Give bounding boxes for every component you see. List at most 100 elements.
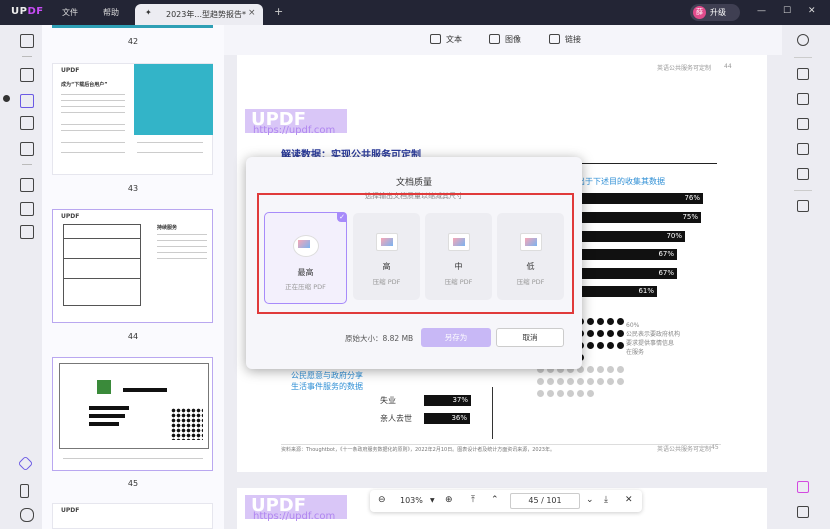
crop-icon[interactable]: [20, 202, 34, 216]
dot-matrix-light: [535, 364, 625, 400]
bar-4: 67%: [577, 249, 677, 260]
share-icon[interactable]: [797, 143, 809, 155]
quality-option-medium[interactable]: 中 压缩 PDF: [425, 213, 492, 300]
protect-icon[interactable]: [20, 225, 34, 239]
maximize-button[interactable]: ☐: [783, 6, 791, 16]
option-label: 低: [526, 262, 535, 271]
menu-file[interactable]: 文件: [62, 7, 78, 18]
zoom-in-icon[interactable]: ⊕: [445, 495, 453, 505]
page-separator: /: [541, 496, 544, 505]
current-page: 45: [528, 496, 539, 505]
prev-page-icon[interactable]: ⌃: [491, 495, 499, 505]
ai-assistant-icon[interactable]: [797, 481, 809, 493]
form-icon[interactable]: [20, 116, 34, 130]
option-desc: 压缩 PDF: [516, 278, 545, 286]
page-42-bottom-edge: [52, 25, 213, 28]
add-text-button[interactable]: 文本: [430, 34, 462, 45]
zoom-level[interactable]: 103%: [400, 496, 423, 505]
divider: [22, 56, 32, 57]
thumbnail-page-46[interactable]: UPDF: [52, 503, 213, 529]
edit-icon[interactable]: [20, 94, 34, 108]
first-page-icon[interactable]: ⤒: [471, 495, 475, 505]
row-label-unemployment: 失业: [380, 396, 396, 405]
organize-icon[interactable]: [20, 178, 34, 192]
menu-help[interactable]: 帮助: [103, 7, 119, 18]
search-icon[interactable]: [797, 34, 809, 46]
pdf-preview-icon: [292, 235, 319, 257]
document-tab[interactable]: ✦ 2023年...型趋势报告* ×: [135, 4, 263, 25]
ocr-icon[interactable]: [797, 68, 809, 80]
save-icon[interactable]: [797, 200, 809, 212]
option-label: 高: [382, 262, 391, 271]
zoom-out-icon[interactable]: ⊖: [378, 495, 386, 505]
layers-icon[interactable]: [17, 455, 34, 472]
row-bar-bereavement: 36%: [424, 413, 470, 424]
option-desc: 正在压缩 PDF: [285, 283, 326, 291]
footnote: 资料来源：Thoughtbot，《十一条政府服务数据化的原则》，2022年2月1…: [281, 447, 555, 453]
tab-star-icon: ✦: [145, 8, 152, 17]
add-link-label: 链接: [565, 35, 581, 44]
left-tool-rail: [0, 25, 42, 529]
upgrade-label: 升级: [710, 8, 726, 17]
save-as-button[interactable]: 另存为: [421, 328, 491, 347]
page-input[interactable]: 45 / 101: [510, 493, 580, 509]
page-number-44: 44: [127, 332, 139, 341]
row-label-bereavement: 亲人去世: [380, 414, 412, 423]
bar-3: 70%: [577, 231, 685, 242]
total-pages: 101: [546, 496, 562, 505]
last-page-icon[interactable]: ⤓: [604, 495, 608, 505]
app-logo: UPDF: [11, 6, 44, 17]
image-icon: [489, 34, 500, 44]
attachment-icon[interactable]: [20, 508, 34, 522]
bookmark-icon[interactable]: [20, 484, 29, 498]
close-nav-icon[interactable]: ✕: [625, 495, 633, 505]
add-image-button[interactable]: 图像: [489, 34, 521, 45]
pdf-preview-icon: [375, 233, 398, 251]
page-number-45: 45: [127, 479, 139, 488]
option-desc: 压缩 PDF: [444, 278, 473, 286]
cancel-button[interactable]: 取消: [496, 328, 564, 347]
thumb-dot-matrix: [171, 408, 203, 440]
thumbnail-page-44[interactable]: UPDF 持续服务: [52, 209, 213, 323]
divider: [22, 164, 32, 165]
minimize-button[interactable]: —: [757, 6, 766, 16]
thumb-logo: UPDF: [61, 213, 80, 220]
close-window-button[interactable]: ✕: [808, 6, 816, 16]
collapse-handle-icon[interactable]: [3, 95, 10, 102]
add-link-button[interactable]: 链接: [549, 34, 581, 45]
quality-option-low[interactable]: 低 压缩 PDF: [497, 213, 564, 300]
option-desc: 压缩 PDF: [372, 278, 401, 286]
page-header-number: 44: [724, 63, 732, 70]
avatar: 薛: [693, 6, 706, 19]
pdf-preview-icon: [447, 233, 470, 251]
ocr-icon[interactable]: [20, 142, 34, 156]
zoom-dropdown-icon[interactable]: ▼: [430, 497, 435, 504]
selected-check-icon: ✓: [337, 212, 347, 222]
bar-5: 67%: [577, 268, 677, 279]
row-axis: [492, 387, 493, 439]
thumbnail-page-43[interactable]: UPDF 成为“下载后台用户”: [52, 63, 213, 175]
new-tab-button[interactable]: +: [274, 5, 283, 18]
add-image-label: 图像: [505, 35, 521, 44]
convert-icon[interactable]: [797, 93, 809, 105]
tab-close-icon[interactable]: ×: [248, 8, 256, 18]
legend-line: 要求提供事情信息: [626, 340, 675, 347]
email-icon[interactable]: [797, 168, 809, 180]
protect-icon[interactable]: [797, 118, 809, 130]
bar-1: 76%: [577, 193, 703, 204]
next-page-icon[interactable]: ⌄: [586, 495, 594, 505]
reader-icon[interactable]: [20, 34, 34, 48]
upgrade-button[interactable]: 薛 升级: [690, 4, 740, 21]
thumb-table: [63, 224, 141, 306]
thumbnail-page-45[interactable]: [52, 357, 213, 471]
content-toolbar: 文本 图像 链接: [224, 25, 782, 55]
tab-title: 2023年...型趋势报告*: [166, 10, 246, 19]
page-footer-number: 45: [711, 444, 719, 451]
quality-option-maximum[interactable]: ✓ 最高 正在压缩 PDF: [264, 212, 347, 304]
page-footer: 英语公共服务可定制: [657, 446, 712, 453]
divider: [794, 190, 812, 191]
caption-rule: [577, 163, 717, 164]
comment-icon[interactable]: [20, 68, 34, 82]
comment-panel-icon[interactable]: [797, 506, 809, 518]
quality-option-high[interactable]: 高 压缩 PDF: [353, 213, 420, 300]
